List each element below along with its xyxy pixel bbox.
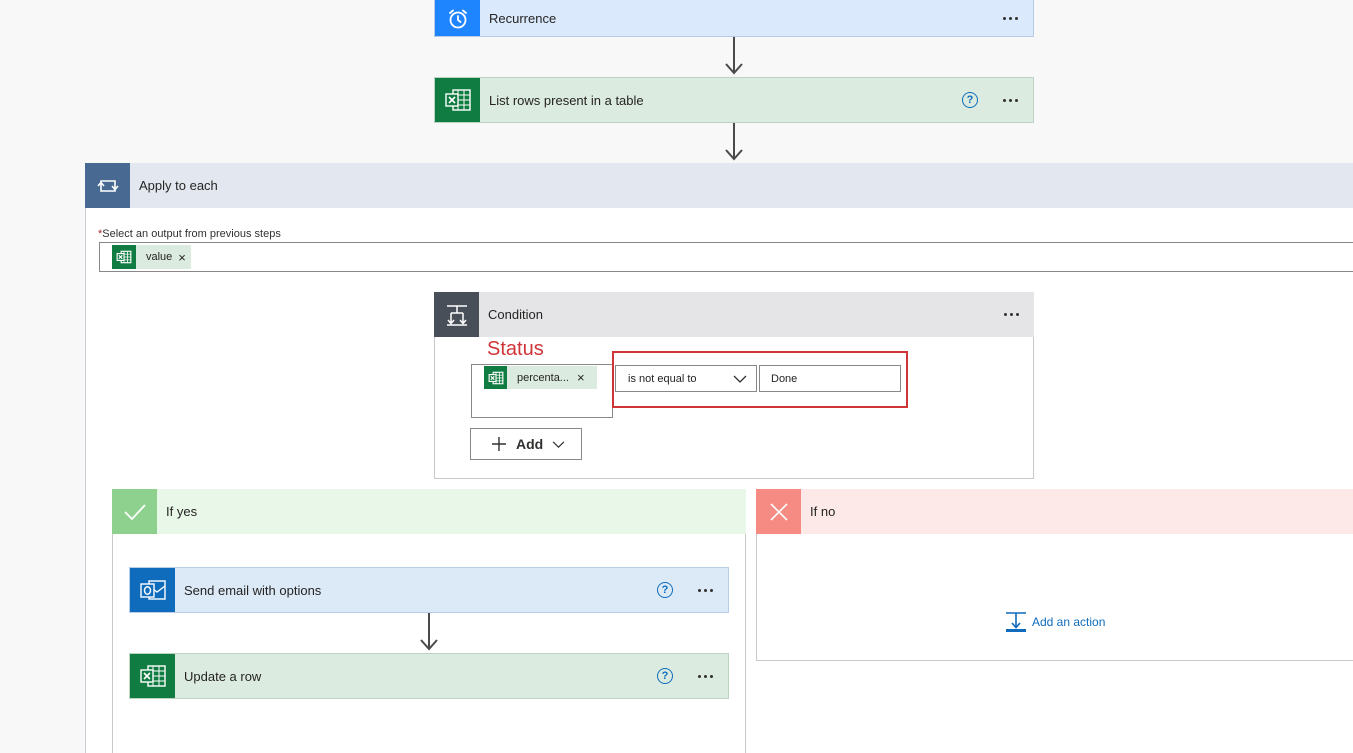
excel-icon [112, 245, 136, 269]
recurrence-title: Recurrence [489, 11, 557, 26]
send-email-more-button[interactable] [690, 580, 720, 600]
update-row-title: Update a row [184, 668, 262, 684]
output-field-label-text: Select an output from previous steps [102, 228, 281, 240]
recurrence-more-button[interactable] [995, 9, 1025, 29]
loop-icon [85, 163, 130, 208]
add-an-action-link[interactable]: Add an action [1005, 611, 1105, 633]
alarm-clock-icon [435, 0, 480, 36]
condition-title: Condition [488, 307, 543, 322]
excel-icon [484, 366, 507, 389]
send-email-title: Send email with options [184, 582, 322, 598]
excel-icon [130, 654, 175, 698]
if-yes-title: If yes [166, 504, 198, 519]
arrow-head-icon [420, 639, 438, 651]
list-rows-more-button[interactable] [995, 90, 1025, 110]
if-yes-header[interactable]: If yes [112, 489, 746, 534]
output-field-label: *Select an output from previous steps [98, 228, 281, 240]
status-annotation: Status [487, 338, 544, 360]
percentage-token-remove-button[interactable]: × [577, 370, 585, 385]
help-icon[interactable]: ? [962, 92, 978, 108]
condition-value: Done [771, 372, 798, 385]
condition-more-button[interactable] [996, 305, 1026, 325]
arrow-head-icon [725, 149, 743, 161]
output-field-input[interactable]: value × [99, 242, 1353, 272]
apply-to-each-header[interactable]: Apply to each [85, 163, 1353, 208]
value-token[interactable]: value × [112, 245, 191, 269]
apply-to-each-title: Apply to each [139, 178, 218, 193]
condition-left-operand[interactable]: percenta... × [471, 364, 613, 418]
excel-icon [435, 78, 480, 122]
add-action-icon [1006, 612, 1026, 632]
plus-icon [492, 437, 506, 451]
condition-value-input[interactable]: Done [759, 365, 901, 392]
value-token-label: value [146, 251, 173, 263]
if-no-title: If no [810, 504, 836, 519]
add-condition-button[interactable]: Add [470, 428, 582, 460]
add-button-label: Add [516, 436, 544, 452]
value-token-remove-button[interactable]: × [178, 250, 186, 265]
checkmark-icon [112, 489, 157, 534]
condition-icon [434, 292, 479, 337]
list-rows-title: List rows present in a table [489, 92, 644, 108]
operator-value: is not equal to [628, 372, 697, 385]
add-an-action-label: Add an action [1032, 615, 1106, 629]
percentage-token[interactable]: percenta... × [484, 366, 597, 389]
condition-header[interactable]: Condition [434, 292, 1034, 337]
update-row-more-button[interactable] [690, 666, 720, 686]
recurrence-card[interactable]: Recurrence [434, 0, 1034, 37]
close-icon [756, 489, 801, 534]
chevron-down-icon [552, 440, 565, 448]
chevron-down-icon [733, 375, 747, 383]
arrow-head-icon [725, 63, 743, 75]
outlook-icon [130, 568, 175, 612]
help-icon[interactable]: ? [657, 582, 673, 598]
if-no-header[interactable]: If no [756, 489, 1353, 534]
list-rows-card[interactable]: List rows present in a table ? [434, 77, 1034, 123]
update-row-card[interactable]: Update a row ? [129, 653, 729, 699]
help-icon[interactable]: ? [657, 668, 673, 684]
operator-dropdown[interactable]: is not equal to [615, 365, 757, 392]
send-email-card[interactable]: Send email with options ? [129, 567, 729, 613]
percentage-token-label: percenta... [517, 371, 569, 384]
